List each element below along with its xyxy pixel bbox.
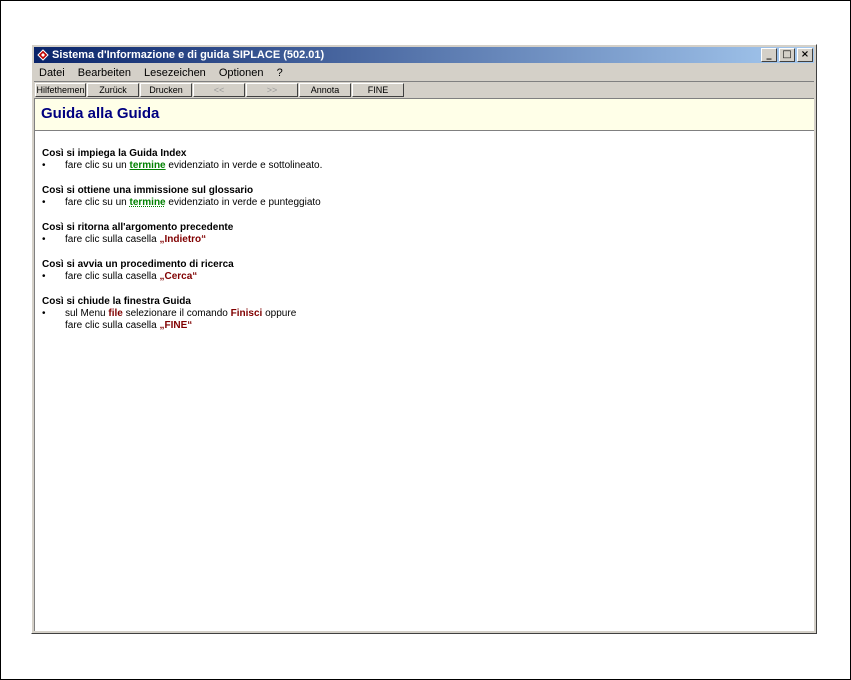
app-icon (37, 49, 49, 61)
item-text: evidenziato in verde e sottolineato. (165, 160, 323, 171)
section-ricerca: Così si avvia un procedimento di ricerca… (42, 258, 804, 283)
section-heading: Così si avvia un procedimento di ricerca (42, 259, 234, 270)
bullet-icon: • (42, 271, 46, 282)
fine-button[interactable]: FINE (352, 83, 404, 97)
termine-link[interactable]: termine (129, 160, 165, 171)
zurueck-button[interactable]: Zurück (87, 83, 139, 97)
back-history-button[interactable]: << (193, 83, 245, 97)
bullet-icon: • (42, 234, 46, 245)
window-title: Sistema d'Informazione e di guida SIPLAC… (52, 49, 325, 61)
bullet-icon: • (42, 197, 46, 208)
menu-optionen[interactable]: Optionen (214, 65, 269, 81)
list-item: • fare clic su un termine evidenziato in … (42, 160, 804, 172)
menu-bar: Datei Bearbeiten Lesezeichen Optionen ? (34, 65, 814, 81)
item-text: fare clic sulla casella (65, 271, 160, 282)
list-item: • fare clic sulla casella „Cerca“ (42, 271, 804, 283)
menu-help[interactable]: ? (272, 65, 288, 81)
item-text: fare clic su un (65, 197, 130, 208)
bullet-icon: • (42, 160, 46, 171)
item-text: fare clic sulla casella (65, 234, 160, 245)
minimize-button[interactable]: _ (761, 48, 777, 62)
finisci-term: Finisci (230, 308, 263, 319)
help-body: Così si impiega la Guida Index • fare cli… (42, 147, 804, 344)
close-button[interactable]: × (797, 48, 813, 62)
menu-lesezeichen[interactable]: Lesezeichen (139, 65, 211, 81)
hilfethemen-button[interactable]: Hilfethemen (35, 83, 86, 97)
annota-button[interactable]: Annota (299, 83, 351, 97)
item-text: selezionare il comando (122, 308, 231, 319)
list-item-continuation: fare clic sulla casella „FINE“ (42, 320, 804, 332)
termine-glossary-link[interactable]: termine (129, 197, 165, 208)
page-title: Guida alla Guida (41, 105, 160, 122)
help-content-pane[interactable]: Guida alla Guida Così si impiega la Guid… (34, 98, 814, 631)
cerca-term: „Cerca“ (159, 271, 198, 282)
section-glossario: Così si ottiene una immissione sul gloss… (42, 184, 804, 209)
section-heading: Così si chiude la finestra Guida (42, 296, 191, 307)
list-item: • fare clic sulla casella „Indietro“ (42, 234, 804, 246)
section-guida-index: Così si impiega la Guida Index • fare cli… (42, 147, 804, 172)
item-text: evidenziato in verde e punteggiato (165, 197, 321, 208)
section-chiude: Così si chiude la finestra Guida • sul Me… (42, 295, 804, 332)
list-item: • fare clic su un termine evidenziato in … (42, 197, 804, 209)
maximize-button[interactable]: □ (779, 48, 795, 62)
window-controls: _ □ × (759, 48, 813, 62)
section-ritorna: Così si ritorna all'argomento precedente… (42, 221, 804, 246)
title-bar[interactable]: Sistema d'Informazione e di guida SIPLAC… (34, 47, 814, 63)
item-text: fare clic su un (65, 160, 130, 171)
title-band: Guida alla Guida (35, 99, 814, 131)
menu-datei[interactable]: Datei (34, 65, 70, 81)
indietro-term: „Indietro“ (159, 234, 207, 245)
toolbar: Hilfethemen Zurück Drucken << >> Annota … (34, 81, 814, 98)
item-text: fare clic sulla casella (65, 320, 160, 331)
help-window: Sistema d'Informazione e di guida SIPLAC… (31, 44, 817, 634)
section-heading: Così si impiega la Guida Index (42, 148, 187, 159)
fine-term: „FINE“ (159, 320, 193, 331)
section-heading: Così si ottiene una immissione sul gloss… (42, 185, 254, 196)
drucken-button[interactable]: Drucken (140, 83, 192, 97)
file-term: file (108, 308, 123, 319)
forward-history-button[interactable]: >> (246, 83, 298, 97)
item-text: oppure (262, 308, 297, 319)
item-text: sul Menu (65, 308, 109, 319)
menu-bearbeiten[interactable]: Bearbeiten (73, 65, 136, 81)
list-item: • sul Menu file selezionare il comando Fi… (42, 308, 804, 320)
bullet-icon: • (42, 308, 46, 319)
section-heading: Così si ritorna all'argomento precedente (42, 222, 234, 233)
